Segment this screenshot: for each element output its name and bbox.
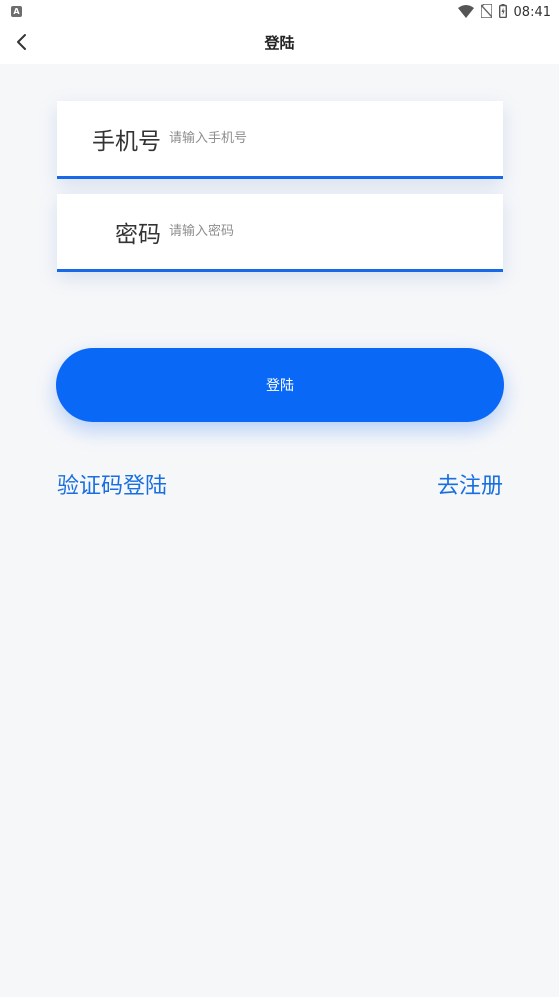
wifi-icon: [457, 3, 474, 22]
app-notification-icon: A: [11, 6, 22, 17]
page-title: 登陆: [264, 34, 295, 52]
nav-bar: 登陆: [0, 24, 559, 64]
sms-login-link[interactable]: 验证码登陆: [57, 468, 167, 500]
status-bar: A 08:41: [0, 0, 559, 24]
register-link[interactable]: 去注册: [437, 468, 503, 500]
password-field: 密码: [57, 194, 503, 272]
status-time: 08:41: [513, 4, 551, 20]
no-sim-icon: [479, 2, 493, 22]
password-input[interactable]: [169, 211, 503, 252]
phone-input[interactable]: [169, 118, 503, 159]
status-icons: 08:41: [457, 2, 551, 22]
phone-label: 手机号: [92, 128, 161, 155]
password-label: 密码: [115, 221, 161, 248]
login-screen: A 08:41 登陆 手机号 请输入手机号 密码 登陆 验证码登陆 去注册: [0, 0, 559, 997]
login-button[interactable]: 登陆: [56, 348, 504, 422]
battery-icon: [498, 3, 507, 22]
phone-field: 手机号: [57, 101, 503, 179]
